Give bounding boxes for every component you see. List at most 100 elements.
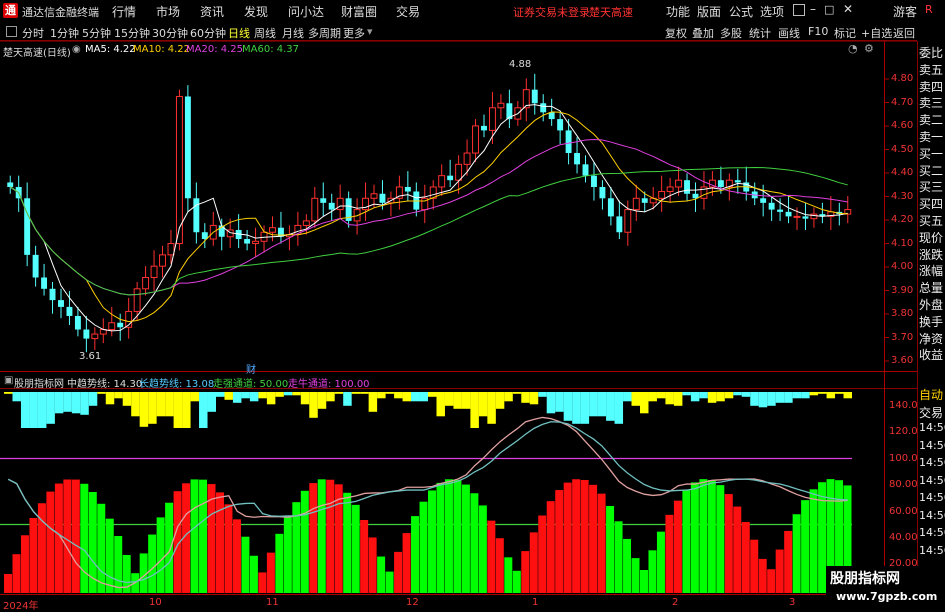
- kline-chart[interactable]: [0, 0, 945, 609]
- candle-body: [142, 276, 150, 290]
- trend-bar: [656, 392, 666, 399]
- volume-bar: [801, 500, 810, 593]
- tick-time: 交易: [919, 405, 944, 420]
- candle-body: [370, 193, 378, 199]
- price-tick: 4.80: [891, 73, 914, 84]
- trend-bar: [716, 392, 725, 402]
- trend-bar: [495, 392, 505, 409]
- volume-bar: [504, 557, 513, 593]
- mid-trend-label: 中趋势线: 14.30: [67, 379, 143, 390]
- watermark-url: www.7gpzb.com: [836, 590, 938, 603]
- trend-bar: [97, 392, 106, 394]
- trend-bar: [665, 392, 674, 405]
- quote-field-label: 买二: [919, 163, 944, 178]
- volume-bar: [436, 482, 445, 593]
- tick-time: 14:56: [919, 543, 945, 557]
- volume-bar: [656, 531, 665, 593]
- candle-body: [302, 220, 310, 226]
- candle-body: [32, 254, 39, 278]
- trend-bar: [597, 392, 607, 417]
- tick-time: 14:56: [919, 438, 945, 452]
- quote-field-label: 净资: [919, 331, 944, 346]
- price-tick: 4.50: [891, 144, 914, 155]
- volume-bar: [792, 514, 801, 593]
- quote-field-label: 买五: [919, 214, 944, 228]
- trend-bar: [750, 392, 759, 406]
- price-tick: 3.90: [891, 285, 914, 296]
- date-label: 10: [149, 597, 162, 608]
- tick-time: 14:56: [919, 456, 945, 469]
- quote-field-label: 买一: [919, 146, 944, 161]
- trend-bar: [71, 392, 81, 414]
- candle-body: [175, 95, 183, 245]
- volume-bar: [232, 519, 241, 593]
- candle-body: [404, 186, 411, 192]
- candle-body: [41, 277, 48, 289]
- volume-bar: [114, 535, 123, 593]
- trend-bar: [478, 392, 488, 417]
- trend-bar: [529, 392, 539, 405]
- finance-event-icon[interactable]: 财: [246, 361, 256, 376]
- trend-bar: [216, 392, 225, 397]
- candle-body: [548, 112, 555, 120]
- volume-bar: [428, 490, 436, 593]
- price-tick: 3.70: [891, 332, 914, 343]
- bull-channel-label: 走牛通道: 100.00: [288, 379, 370, 390]
- quote-field-label: 外盘: [919, 298, 944, 312]
- price-tick: 3.60: [891, 355, 914, 366]
- trend-bar: [165, 392, 174, 417]
- trend-bar: [80, 392, 89, 415]
- volume-bar: [419, 501, 428, 593]
- volume-bar: [300, 490, 309, 593]
- candle-body: [793, 215, 801, 218]
- trend-bar: [300, 392, 310, 405]
- trend-bar: [673, 392, 683, 406]
- tick-time: 14:56: [919, 491, 945, 504]
- candle-body: [438, 175, 446, 188]
- volume-bar: [470, 493, 479, 593]
- candle-body: [582, 164, 589, 176]
- trend-bar: [275, 392, 284, 397]
- trend-bar: [190, 392, 200, 402]
- volume-bar: [478, 505, 487, 593]
- quote-field-label: 卖一: [919, 130, 944, 144]
- trend-bar: [826, 392, 836, 399]
- volume-bar: [648, 550, 657, 593]
- candle-body: [607, 198, 614, 217]
- price-tick: 4.00: [891, 261, 914, 272]
- price-tick: 4.40: [891, 167, 914, 178]
- candle-body: [481, 125, 487, 131]
- trend-bar: [37, 392, 47, 428]
- quote-field-label: 涨幅: [919, 264, 944, 279]
- indicator-menu-icon[interactable]: ▣: [4, 375, 13, 386]
- trend-bar: [334, 392, 344, 394]
- volume-bar: [809, 489, 818, 593]
- candle-body: [632, 197, 640, 211]
- volume-bar: [597, 493, 606, 593]
- trend-bar: [156, 392, 166, 417]
- volume-bar: [241, 536, 250, 593]
- price-tick: 4.60: [891, 120, 914, 131]
- volume-bar: [97, 503, 106, 593]
- trend-bar: [767, 392, 776, 406]
- volume-bar: [750, 539, 759, 593]
- volume-bar: [487, 520, 496, 593]
- quote-field-label: 买三: [919, 180, 944, 195]
- trend-bar: [843, 392, 852, 399]
- trend-bar: [199, 392, 208, 428]
- candle-body: [641, 198, 648, 203]
- volume-bar: [623, 538, 632, 593]
- trend-bar: [131, 392, 140, 417]
- volume-bar: [4, 574, 12, 593]
- candle-body: [58, 300, 64, 307]
- trend-bar: [521, 392, 530, 403]
- volume-bar: [317, 479, 326, 593]
- price-tick: 3.80: [891, 308, 914, 319]
- ind-tick: 40.00: [889, 532, 918, 543]
- trend-bar: [411, 392, 420, 402]
- candle-body: [574, 153, 581, 165]
- volume-bar: [368, 537, 377, 593]
- volume-bar: [402, 533, 411, 593]
- trend-bar: [631, 392, 640, 406]
- volume-bar: [572, 479, 581, 593]
